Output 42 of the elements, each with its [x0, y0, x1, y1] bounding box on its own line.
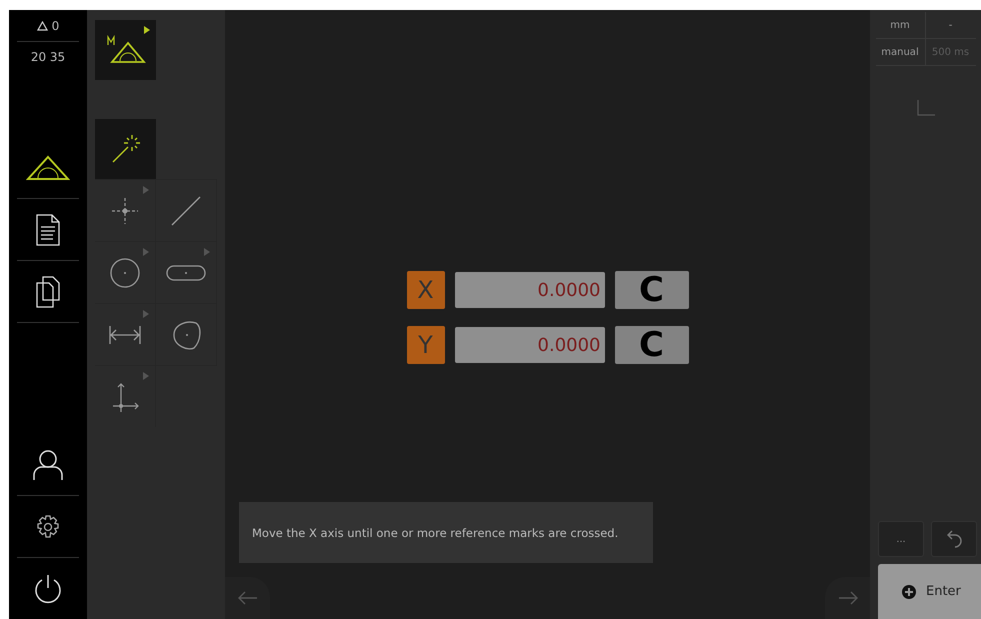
axes-origin-icon: [111, 382, 139, 412]
protractor-m-icon: [106, 35, 146, 65]
line-icon: [171, 196, 201, 226]
setting-value: mm: [876, 12, 926, 39]
setting-value: manual: [876, 39, 926, 66]
clock-time: 20 35: [30, 50, 66, 64]
undo-icon: [946, 530, 962, 548]
submenu-arrow-icon: [144, 26, 150, 34]
measure-mode-button[interactable]: [95, 20, 156, 80]
circle-icon: [110, 258, 140, 288]
slot-icon: [166, 264, 206, 280]
distance-icon: [109, 324, 141, 344]
warning-count: 0: [52, 18, 60, 32]
submenu-arrow-icon: [204, 248, 210, 256]
submenu-arrow-icon: [143, 248, 149, 256]
undo-button[interactable]: [931, 521, 977, 557]
setting-value: -: [926, 12, 976, 39]
more-button[interactable]: ...: [878, 521, 924, 557]
axis-value-field: 0.0000: [454, 272, 604, 308]
protractor-icon: [26, 154, 70, 180]
warning-triangle-icon: [36, 20, 48, 30]
report-document-icon: [36, 214, 60, 246]
clear-button[interactable]: C: [614, 326, 688, 364]
auto-measure-button[interactable]: [95, 119, 156, 179]
user-icon[interactable]: [32, 448, 64, 480]
submenu-arrow-icon: [143, 372, 149, 380]
instruction-message: Move the X axis until one or more reference marks are crossed.: [239, 502, 653, 563]
power-icon[interactable]: [34, 574, 62, 604]
documents-icon: [36, 276, 60, 308]
right-arrow-icon: [838, 591, 858, 605]
submenu-arrow-icon: [143, 186, 149, 194]
plus-circle-icon: [902, 584, 916, 598]
left-arrow-icon: [238, 591, 258, 605]
axis-value-field: 0.0000: [454, 327, 604, 363]
clear-button[interactable]: C: [614, 271, 688, 309]
axis-label: Y: [406, 326, 444, 364]
corner-icon: [916, 100, 934, 116]
submenu-arrow-icon: [143, 310, 149, 318]
settings-icon[interactable]: [36, 514, 60, 538]
axis-label: X: [406, 271, 444, 309]
enter-button[interactable]: Enter: [878, 564, 981, 619]
point-icon: [112, 198, 138, 224]
